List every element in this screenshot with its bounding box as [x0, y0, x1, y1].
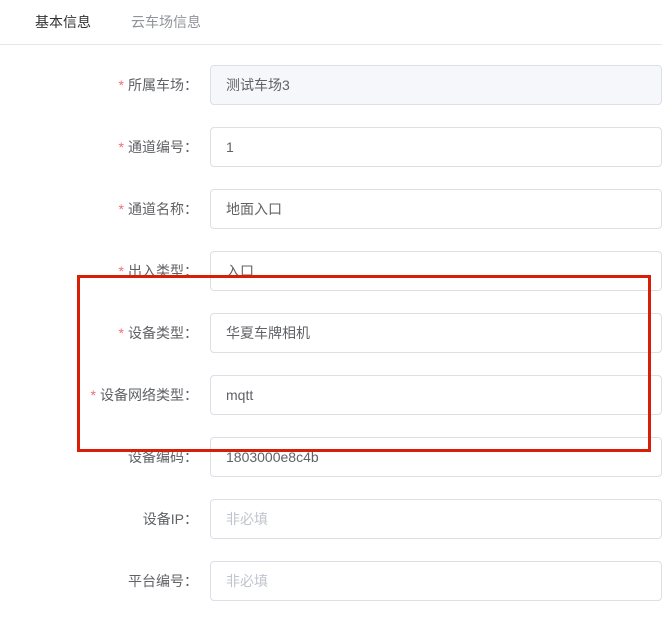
tab-basic-info[interactable]: 基本信息: [15, 0, 111, 44]
label-device-ip: 设备IP：: [0, 509, 210, 529]
label-net-type: 设备网络类型：: [0, 385, 210, 405]
select-parking-lot[interactable]: [210, 65, 662, 105]
label-platform-no: 平台编号：: [0, 571, 210, 591]
input-device-code[interactable]: [210, 437, 662, 477]
row-net-type: 设备网络类型：: [0, 375, 662, 415]
row-channel-no: 通道编号：: [0, 127, 662, 167]
input-channel-no[interactable]: [210, 127, 662, 167]
tab-cloud-parking[interactable]: 云车场信息: [111, 0, 221, 44]
input-channel-name[interactable]: [210, 189, 662, 229]
select-net-type[interactable]: [210, 375, 662, 415]
row-inout-type: 出入类型：: [0, 251, 662, 291]
input-platform-no[interactable]: [210, 561, 662, 601]
row-device-code: 设备编码：: [0, 437, 662, 477]
row-device-type: 设备类型：: [0, 313, 662, 353]
tab-bar: 基本信息 云车场信息: [0, 0, 662, 45]
row-device-ip: 设备IP：: [0, 499, 662, 539]
row-parking-lot: 所属车场：: [0, 65, 662, 105]
form: 所属车场： 通道编号： 通道名称： 出入类型： 设备类型： 设备网络类型：: [0, 45, 662, 601]
row-platform-no: 平台编号：: [0, 561, 662, 601]
label-inout-type: 出入类型：: [0, 261, 210, 281]
input-device-ip[interactable]: [210, 499, 662, 539]
label-device-type: 设备类型：: [0, 323, 210, 343]
row-channel-name: 通道名称：: [0, 189, 662, 229]
label-channel-no: 通道编号：: [0, 137, 210, 157]
label-device-code: 设备编码：: [0, 447, 210, 467]
select-inout-type[interactable]: [210, 251, 662, 291]
select-device-type[interactable]: [210, 313, 662, 353]
label-parking-lot: 所属车场：: [0, 75, 210, 95]
label-channel-name: 通道名称：: [0, 199, 210, 219]
